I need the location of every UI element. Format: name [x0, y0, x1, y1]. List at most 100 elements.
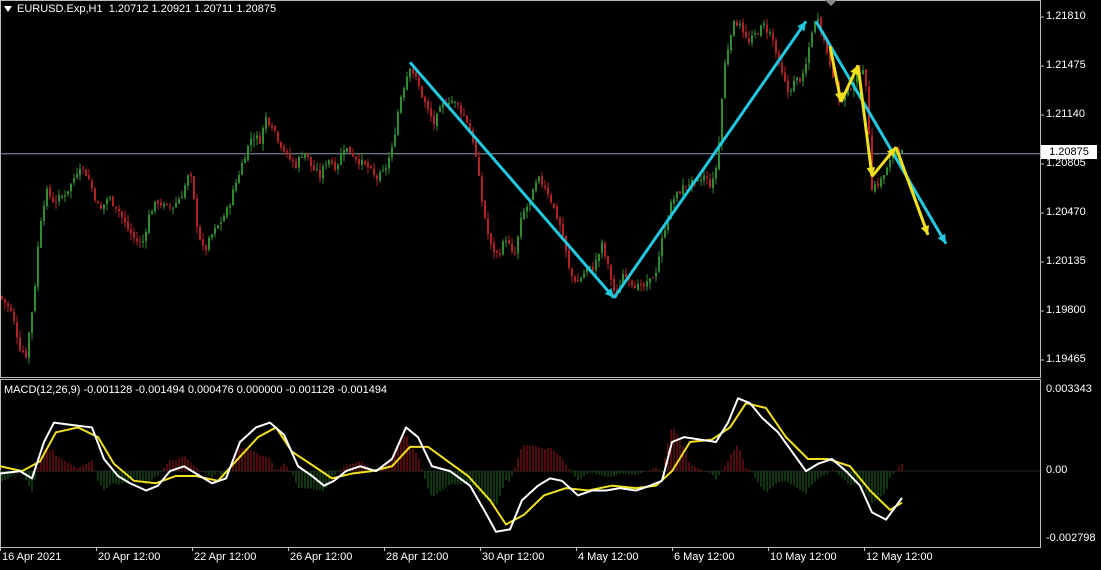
- candle-body: [793, 80, 795, 92]
- chart-canvas[interactable]: [0, 0, 1101, 570]
- candle-body: [568, 250, 570, 268]
- candle-body: [241, 162, 243, 175]
- candle-body: [493, 242, 495, 253]
- chart-frames: [0, 0, 1044, 551]
- candle-body: [598, 253, 600, 261]
- candle-body: [334, 162, 336, 171]
- candle-body: [37, 246, 39, 287]
- candle-body: [514, 252, 516, 254]
- candle-body: [877, 183, 879, 186]
- candle-body: [421, 86, 423, 98]
- candle-body: [796, 77, 798, 81]
- candle-body: [544, 186, 546, 188]
- candle-body: [433, 115, 435, 125]
- candle-body: [85, 169, 87, 177]
- candle-body: [874, 184, 876, 192]
- symbol-label: EURUSD.Exp,H1: [17, 3, 103, 15]
- candle-body: [364, 161, 366, 164]
- candle-body: [301, 156, 303, 158]
- candle-body: [226, 207, 228, 217]
- candle-body: [391, 147, 393, 158]
- candle-body: [496, 250, 498, 253]
- wave-segment-5: [894, 146, 930, 236]
- candle-body: [865, 69, 867, 86]
- candle-body: [385, 167, 387, 170]
- candle-body: [730, 35, 732, 51]
- candle-body: [82, 167, 84, 169]
- candle-body: [808, 47, 810, 63]
- candle-body: [709, 178, 711, 188]
- candle-body: [7, 303, 9, 307]
- candle-body: [505, 240, 507, 243]
- close-value: 1.20875: [236, 3, 277, 15]
- candle-body: [664, 230, 666, 238]
- candle-body: [151, 211, 153, 215]
- candle-body: [346, 148, 348, 152]
- candle-body: [118, 209, 120, 212]
- candle-body: [766, 24, 768, 33]
- time-tick-label: 10 May 12:00: [770, 551, 837, 563]
- candle-body: [184, 185, 186, 198]
- candle-body: [4, 298, 6, 303]
- candle-body: [715, 167, 717, 179]
- candle-body: [748, 38, 750, 43]
- candle-body: [232, 189, 234, 206]
- candle-body: [508, 240, 510, 244]
- candle-body: [862, 70, 864, 75]
- candle-body: [379, 172, 381, 181]
- candle-body: [517, 236, 519, 254]
- candle-body: [751, 35, 753, 43]
- candle-body: [775, 40, 777, 53]
- candle-body: [532, 189, 534, 201]
- candle-body: [310, 156, 312, 166]
- candle-body: [121, 211, 123, 218]
- candle-body: [769, 32, 771, 35]
- candle-body: [247, 145, 249, 160]
- candle-body: [265, 117, 267, 129]
- candle-body: [280, 141, 282, 148]
- candle-body: [40, 220, 42, 248]
- candle-body: [52, 197, 54, 202]
- candle-body: [637, 284, 639, 290]
- candle-body: [109, 197, 111, 199]
- chevron-down-icon[interactable]: [4, 6, 12, 13]
- chart-header: EURUSD.Exp,H1 1.20712 1.20921 1.20711 1.…: [4, 3, 276, 15]
- candle-body: [595, 259, 597, 271]
- macd-tick-label: -0.002798: [1046, 532, 1096, 544]
- candle-body: [403, 88, 405, 98]
- candle-body: [772, 33, 774, 40]
- price-tick-label: 1.19800: [1046, 304, 1086, 316]
- candle-body: [139, 241, 141, 243]
- candle-body: [331, 161, 333, 164]
- candle-body: [406, 76, 408, 90]
- candle-body: [760, 25, 762, 36]
- trend-line-1: [408, 61, 616, 299]
- candle-body: [361, 159, 363, 166]
- candle-body: [538, 176, 540, 182]
- candle-body: [562, 223, 564, 237]
- time-tick-label: 4 May 12:00: [578, 551, 639, 563]
- candle-body: [214, 227, 216, 234]
- candle-body: [550, 194, 552, 203]
- candle-body: [559, 218, 561, 226]
- trend-line-2: [612, 20, 808, 299]
- candle-body: [163, 204, 165, 207]
- candle-body: [325, 164, 327, 166]
- candle-body: [208, 237, 210, 250]
- candle-body: [745, 31, 747, 38]
- candle-body: [148, 214, 150, 233]
- candle-body: [133, 232, 135, 238]
- candle-body: [679, 191, 681, 194]
- candle-body: [721, 99, 723, 145]
- candle-body: [451, 100, 453, 103]
- open-value: 1.20712: [108, 3, 149, 15]
- candle-body: [625, 273, 627, 277]
- candle-body: [283, 146, 285, 152]
- candle-body: [535, 182, 537, 191]
- candle-body: [703, 175, 705, 181]
- candle-body: [43, 205, 45, 222]
- candle-body: [94, 188, 96, 201]
- candle-body: [553, 203, 555, 208]
- candle-body: [292, 159, 294, 162]
- candle-body: [193, 176, 195, 199]
